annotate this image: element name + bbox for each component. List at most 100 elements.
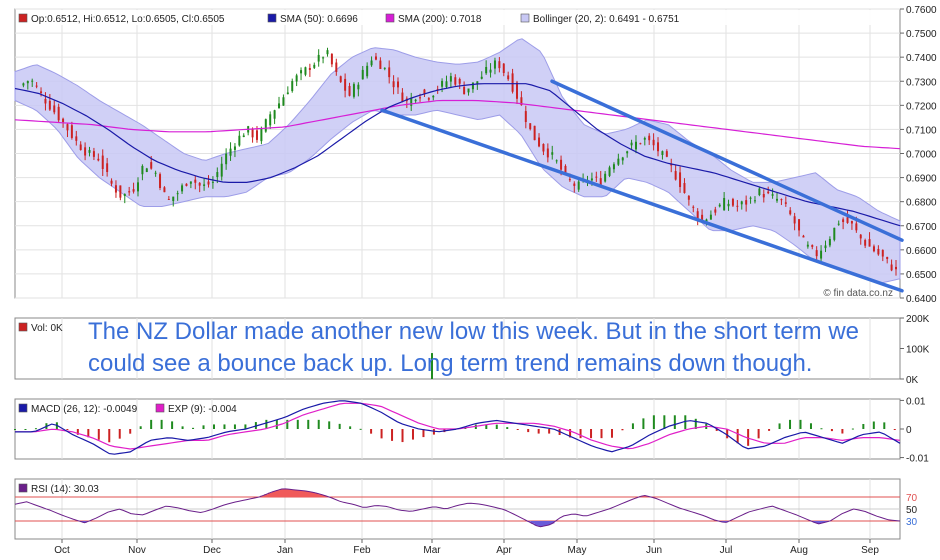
candle-body bbox=[432, 95, 435, 98]
x-label-feb: Feb bbox=[353, 545, 371, 556]
candle-body bbox=[811, 245, 814, 247]
candle-body bbox=[181, 185, 184, 192]
macd-hist-bar bbox=[631, 423, 634, 429]
macd-hist-bar bbox=[411, 429, 414, 440]
candle-body bbox=[727, 203, 730, 207]
x-label-dec: Dec bbox=[203, 545, 221, 556]
candle-body bbox=[485, 66, 488, 74]
macd-hist-bar bbox=[338, 423, 341, 429]
legend-swatch-exp bbox=[155, 403, 165, 413]
candle-body bbox=[661, 151, 664, 155]
volume-tick-label: 100K bbox=[906, 345, 930, 356]
candle-body bbox=[300, 70, 303, 74]
candle-body bbox=[806, 244, 809, 247]
rsi-tick-label: 70 bbox=[906, 493, 918, 504]
macd-hist-bar bbox=[809, 423, 812, 429]
candle-body bbox=[498, 61, 501, 69]
macd-hist-bar bbox=[673, 415, 676, 429]
candle-body bbox=[458, 79, 461, 84]
candle-body bbox=[538, 137, 541, 147]
macd-hist-bar bbox=[663, 415, 666, 429]
x-label-jul: Jul bbox=[720, 545, 733, 556]
macd-hist-bar bbox=[600, 429, 603, 439]
candle-body bbox=[352, 84, 355, 97]
macd-hist-bar bbox=[129, 429, 132, 434]
candle-body bbox=[220, 163, 223, 177]
macd-hist-bar bbox=[370, 429, 373, 434]
candle-body bbox=[749, 197, 752, 199]
candle-body bbox=[524, 111, 527, 123]
rsi-tick-label: 50 bbox=[906, 505, 918, 516]
candle-body bbox=[370, 60, 373, 66]
candle-body bbox=[467, 88, 470, 93]
macd-hist-bar bbox=[610, 429, 613, 438]
candle-body bbox=[84, 147, 87, 156]
price-tick-label: 0.7500 bbox=[906, 29, 937, 40]
macd-hist-bar bbox=[862, 423, 865, 429]
legend-sma50-label: SMA (50): 0.6696 bbox=[280, 14, 358, 25]
legend-macd-label: MACD (26, 12): -0.0049 bbox=[31, 404, 138, 415]
candle-body bbox=[515, 82, 518, 99]
macd-hist-bar bbox=[265, 419, 268, 429]
legend-swatch-vol bbox=[18, 322, 28, 332]
candle-body bbox=[159, 174, 162, 189]
candle-body bbox=[22, 83, 25, 86]
candle-body bbox=[740, 201, 743, 205]
candle-body bbox=[238, 135, 241, 146]
candle-body bbox=[397, 81, 400, 88]
candle-body bbox=[850, 221, 853, 224]
commentary-line-1: The NZ Dollar made another new low this … bbox=[88, 318, 859, 345]
candle-body bbox=[330, 53, 333, 65]
candle-body bbox=[44, 98, 47, 104]
candle-body bbox=[652, 139, 655, 146]
macd-hist-bar bbox=[506, 427, 509, 429]
candle-body bbox=[551, 152, 554, 155]
candle-body bbox=[286, 92, 289, 95]
candle-body bbox=[392, 81, 395, 88]
candle-body bbox=[308, 68, 311, 70]
macd-hist-bar bbox=[537, 429, 540, 434]
legend-sma200-label: SMA (200): 0.7018 bbox=[398, 14, 482, 25]
macd-hist-bar bbox=[621, 429, 624, 431]
macd-hist-bar bbox=[652, 415, 655, 429]
candle-body bbox=[542, 143, 545, 152]
candle-body bbox=[141, 165, 144, 175]
macd-hist-bar bbox=[171, 421, 174, 429]
price-tick-label: 0.7300 bbox=[906, 77, 937, 88]
macd-hist-bar bbox=[548, 429, 551, 434]
price-tick-label: 0.7400 bbox=[906, 53, 937, 64]
macd-hist-bar bbox=[590, 429, 593, 439]
macd-hist-bar bbox=[233, 424, 236, 429]
candle-body bbox=[736, 205, 739, 207]
legend-swatch-sma50 bbox=[267, 13, 277, 23]
candle-body bbox=[771, 194, 774, 196]
candle-body bbox=[617, 158, 620, 165]
candle-body bbox=[784, 202, 787, 204]
candle-body bbox=[533, 125, 536, 141]
candle-body bbox=[502, 63, 505, 73]
macd-hist-bar bbox=[34, 428, 37, 430]
candle-body bbox=[335, 62, 338, 72]
candle-body bbox=[260, 129, 263, 142]
macd-hist-bar bbox=[307, 419, 310, 429]
candle-body bbox=[767, 191, 770, 194]
candle-body bbox=[128, 191, 131, 193]
x-label-may: May bbox=[568, 545, 587, 556]
candle-body bbox=[110, 180, 113, 184]
candle-body bbox=[163, 187, 166, 193]
candle-body bbox=[198, 182, 201, 186]
candle-body bbox=[872, 246, 875, 252]
candle-body bbox=[445, 81, 448, 88]
candle-body bbox=[225, 153, 228, 165]
candle-body bbox=[374, 56, 377, 60]
candle-body bbox=[269, 114, 272, 126]
macd-hist-bar bbox=[757, 429, 760, 439]
x-label-aug: Aug bbox=[790, 545, 808, 556]
candle-body bbox=[511, 73, 514, 92]
candle-body bbox=[379, 60, 382, 70]
candle-body bbox=[802, 235, 805, 238]
legend-ohlc-label: Op:0.6512, Hi:0.6512, Lo:0.6505, Cl:0.65… bbox=[31, 14, 225, 25]
candle-body bbox=[612, 164, 615, 170]
macd-hist-bar bbox=[14, 429, 16, 430]
candle-body bbox=[471, 82, 474, 90]
